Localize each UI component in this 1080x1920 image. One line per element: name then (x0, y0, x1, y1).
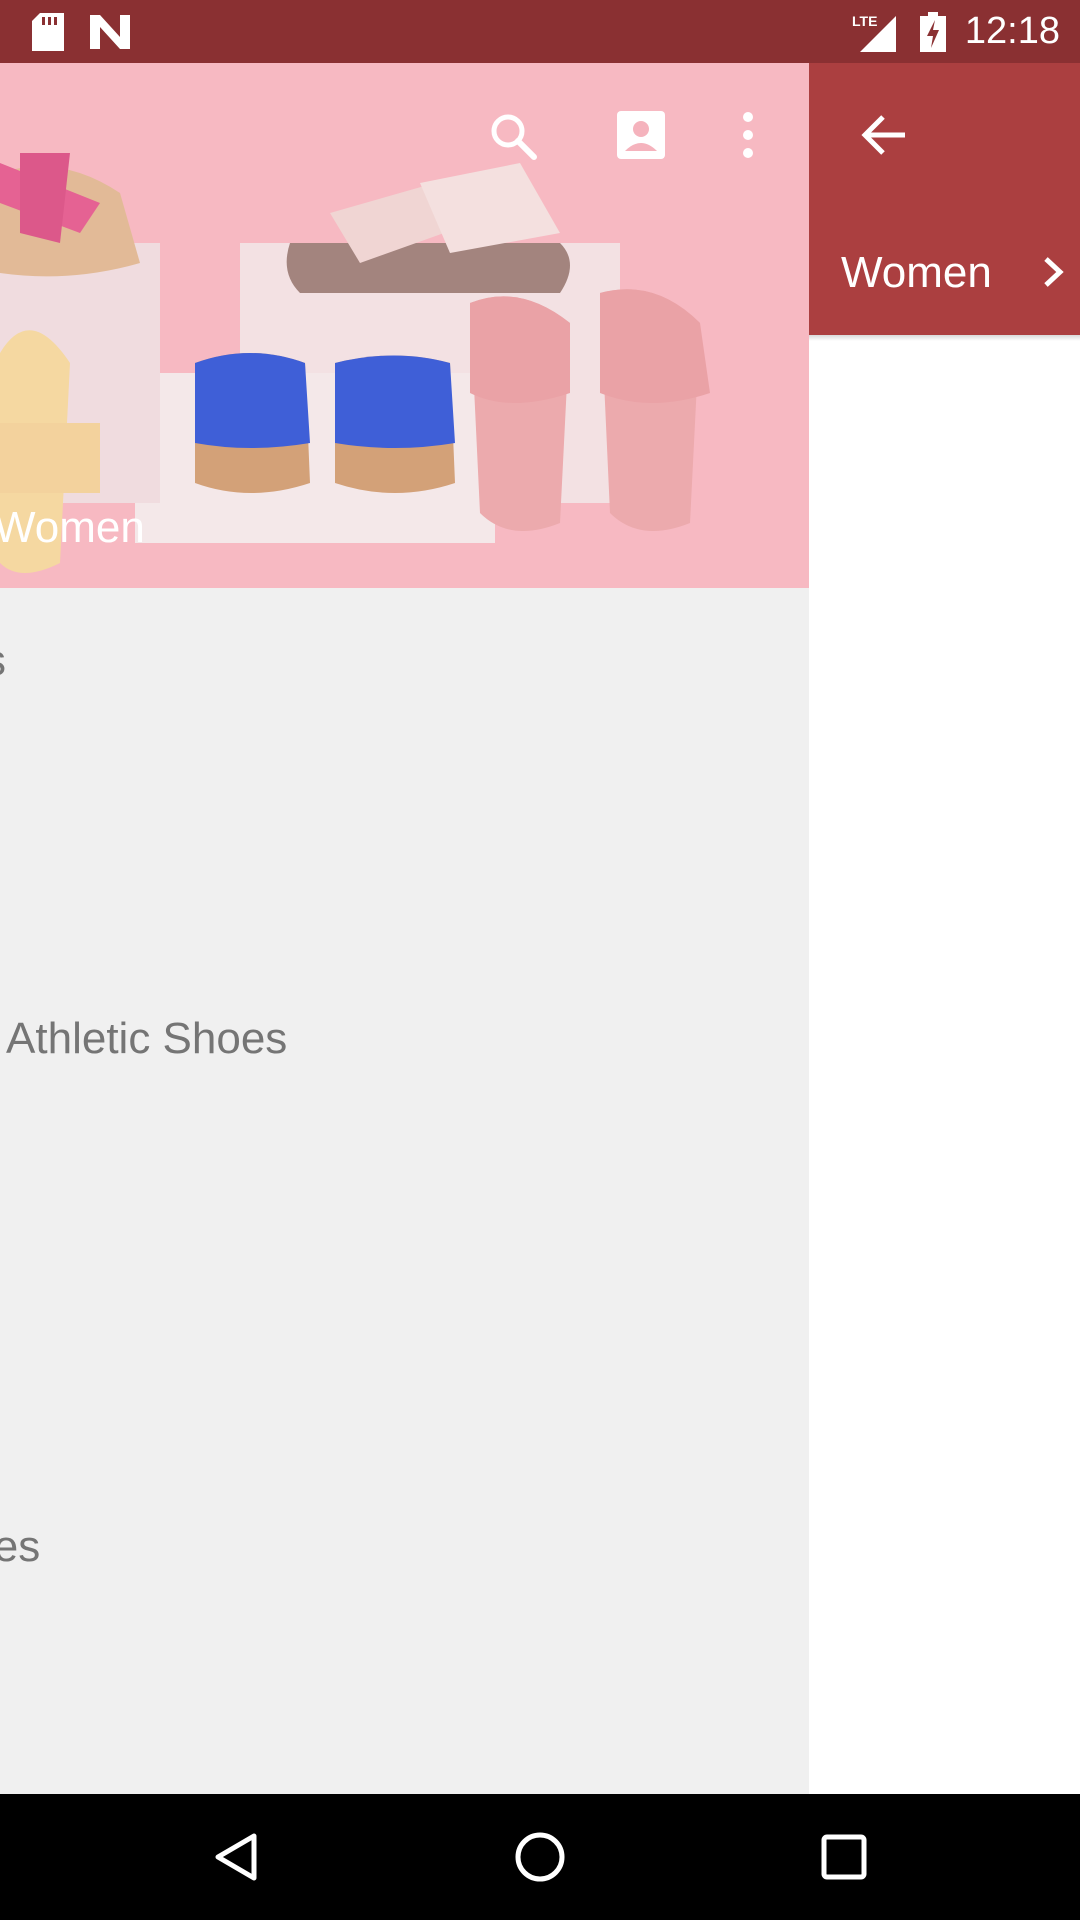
search-button[interactable] (488, 111, 538, 166)
svg-text:LTE: LTE (852, 13, 877, 29)
navigation-drawer: Women (809, 63, 1080, 1794)
category-list: s : Athletic Shoes les (0, 588, 809, 1794)
home-circle-icon (515, 1832, 565, 1882)
nav-home-button[interactable] (514, 1794, 566, 1920)
drawer-category[interactable]: Women (841, 248, 992, 298)
battery-charging-icon (920, 0, 946, 63)
status-bar: LTE 12:18 (0, 0, 1080, 63)
clock: 12:18 (964, 10, 1060, 52)
n-icon (90, 0, 130, 63)
hero-title: Women (0, 503, 145, 552)
arrow-back-icon (861, 115, 905, 155)
nav-back-button[interactable] (214, 1794, 258, 1920)
recents-square-icon (821, 1834, 867, 1880)
nav-recents-button[interactable] (821, 1794, 867, 1920)
back-triangle-icon (215, 1833, 257, 1881)
chevron-right-icon (1044, 257, 1064, 287)
more-options-button[interactable] (742, 111, 754, 164)
account-button[interactable] (617, 111, 665, 164)
list-item-label: Athletic Shoes (6, 1014, 288, 1063)
list-item[interactable]: les (0, 1522, 40, 1572)
lte-signal-icon: LTE (852, 0, 900, 63)
list-item[interactable]: s (0, 636, 6, 686)
drawer-header-shadow (809, 335, 1080, 341)
hero-banner: Women (0, 63, 809, 588)
list-item[interactable]: : Athletic Shoes (0, 1014, 287, 1064)
sd-card-icon (32, 0, 64, 63)
more-vert-icon (743, 112, 753, 158)
account-icon (617, 111, 665, 159)
drawer-header: Women (809, 63, 1080, 335)
search-icon (491, 114, 537, 160)
category-expand-button[interactable] (1042, 255, 1066, 294)
back-button[interactable] (861, 115, 907, 160)
navigation-bar (0, 1794, 1080, 1920)
